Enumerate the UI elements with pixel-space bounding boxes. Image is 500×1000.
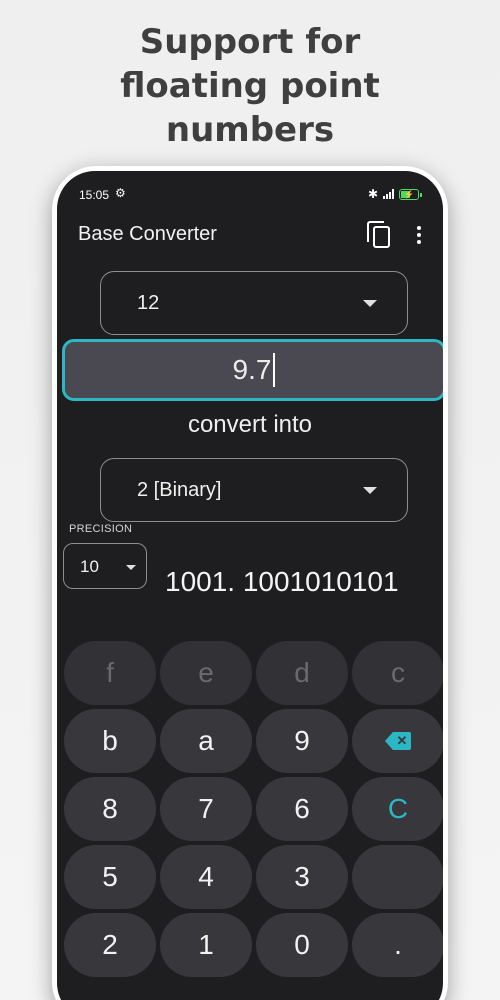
signal-icon	[383, 189, 394, 199]
to-base-value: 2 [Binary]	[137, 479, 222, 501]
phone-frame: 15:05 ⚙ ✱ ⚡ Base Converter 12 9.7 conver…	[52, 166, 448, 1000]
key-6[interactable]: 6	[256, 777, 348, 841]
key-blank[interactable]	[352, 845, 443, 909]
key-a[interactable]: a	[160, 709, 252, 773]
clear-button[interactable]: C	[352, 777, 443, 841]
copy-icon[interactable]	[367, 221, 393, 251]
backspace-icon: ✕	[385, 732, 411, 750]
dropdown-arrow-icon	[363, 487, 377, 494]
key-7[interactable]: 7	[160, 777, 252, 841]
battery-charging-icon: ⚡	[399, 188, 422, 200]
precision-value: 10	[80, 557, 99, 576]
promo-line-2: floating point	[120, 66, 380, 106]
promo-line-3: numbers	[165, 110, 335, 150]
bluetooth-icon: ✱	[367, 187, 378, 201]
key-decimal-point[interactable]: .	[352, 913, 443, 977]
key-0[interactable]: 0	[256, 913, 348, 977]
convert-into-label: convert into	[187, 411, 313, 438]
number-input[interactable]: 9.7	[62, 339, 443, 401]
key-b[interactable]: b	[64, 709, 156, 773]
app-screen: 15:05 ⚙ ✱ ⚡ Base Converter 12 9.7 conver…	[57, 171, 443, 1000]
status-bar: 15:05 ⚙ ✱ ⚡	[57, 185, 443, 205]
number-input-value: 9.7	[232, 354, 272, 385]
dropdown-arrow-icon	[363, 300, 377, 307]
key-d[interactable]: d	[256, 641, 348, 705]
text-cursor	[273, 353, 276, 387]
settings-gear-icon: ⚙	[115, 186, 126, 200]
key-f[interactable]: f	[64, 641, 156, 705]
key-1[interactable]: 1	[160, 913, 252, 977]
to-base-dropdown[interactable]: 2 [Binary]	[100, 458, 408, 522]
from-base-dropdown[interactable]: 12	[100, 271, 408, 335]
promo-headline: Support for floating point numbers	[0, 20, 500, 152]
status-time: 15:05	[79, 188, 110, 202]
precision-label: PRECISION	[69, 523, 133, 535]
key-8[interactable]: 8	[64, 777, 156, 841]
from-base-value: 12	[137, 292, 160, 314]
more-vert-icon[interactable]	[413, 223, 425, 247]
app-title: Base Converter	[78, 223, 217, 245]
backspace-button[interactable]: ✕	[352, 709, 443, 773]
key-2[interactable]: 2	[64, 913, 156, 977]
promo-line-1: Support for	[139, 22, 361, 62]
key-3[interactable]: 3	[256, 845, 348, 909]
conversion-result: 1001. 1001010101	[165, 566, 399, 597]
key-9[interactable]: 9	[256, 709, 348, 773]
key-c[interactable]: c	[352, 641, 443, 705]
dropdown-arrow-icon	[126, 565, 136, 570]
key-5[interactable]: 5	[64, 845, 156, 909]
precision-dropdown[interactable]: 10	[63, 543, 147, 589]
key-4[interactable]: 4	[160, 845, 252, 909]
key-e[interactable]: e	[160, 641, 252, 705]
